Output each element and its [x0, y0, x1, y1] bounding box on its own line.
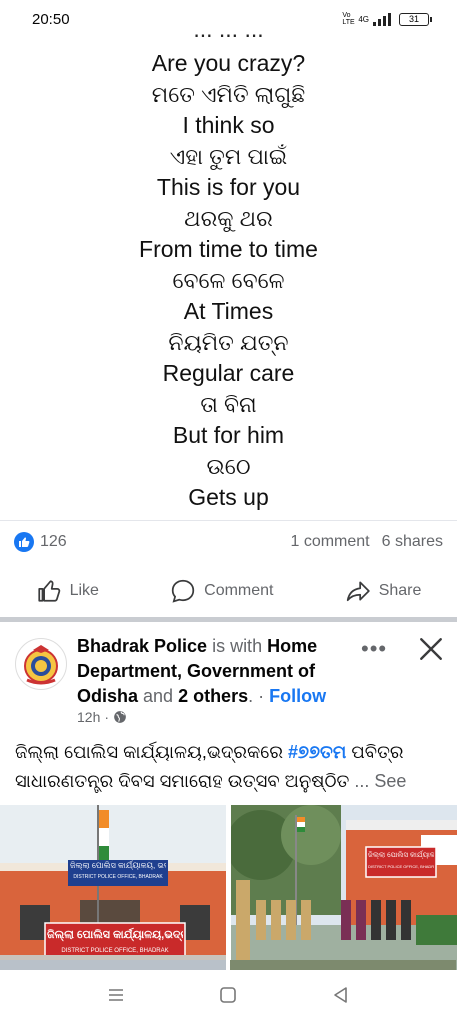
post-text-line: I think so: [182, 112, 275, 138]
post-header: Bhadrak Police is with Home Department, …: [0, 632, 457, 732]
post-text-line: ଥରକୁ ଥର: [184, 206, 273, 231]
post-text-line: ତା ବିନା: [200, 392, 257, 417]
home-button[interactable]: [218, 985, 238, 1010]
post-separator: [0, 617, 457, 622]
hashtag-link[interactable]: #୭୭ତମ: [288, 742, 346, 762]
signal-icon: [373, 12, 391, 26]
share-arrow-icon: [346, 581, 370, 602]
post-action-bar: Like Comment Share: [0, 572, 457, 610]
battery-icon: 31: [399, 12, 432, 26]
menu-icon: [109, 988, 124, 1001]
close-post-button[interactable]: [418, 636, 444, 667]
post-text-line: But for him: [172, 422, 285, 448]
post-text: Are you crazy? ମତେ ଏମିତି ଲାଗୁଛି I think so…: [0, 48, 457, 513]
menu-button[interactable]: [106, 985, 126, 1010]
follow-button[interactable]: Follow: [269, 686, 326, 706]
like-count[interactable]: 126: [14, 532, 67, 552]
share-button[interactable]: Share: [345, 578, 422, 604]
post-text-line: ଏହା ତୁମ ପାଇଁ: [169, 144, 288, 169]
post-author-line: Bhadrak Police is with Home Department, …: [77, 636, 327, 706]
like-button[interactable]: Like: [36, 578, 99, 604]
comment-label: Comment: [204, 582, 274, 599]
post-text-line: ଉଠେ: [206, 454, 251, 479]
post-text-line: From time to time: [139, 236, 318, 262]
share-label: Share: [378, 582, 422, 599]
office-sign-bottom: ଜିଲ୍ଲା ପୋଲିସ କାର୍ଯ୍ୟାଳୟ,ଭଦ୍ରକ DISTRICT P…: [47, 929, 183, 954]
more-dots-icon: •••: [361, 636, 388, 661]
post-text-line: This is for you: [156, 174, 301, 200]
post-text-line: Are you crazy?: [151, 50, 306, 76]
post-text-line: ବେଳେ ବେଳେ: [172, 268, 285, 293]
police-emblem-icon: [24, 645, 58, 685]
comment-count[interactable]: 1 comment: [290, 533, 369, 551]
comment-button[interactable]: Comment: [170, 578, 274, 604]
back-button[interactable]: [331, 985, 351, 1010]
post-photos: ଜିଲ୍ଲା ପୋଲିସ କାର୍ଯ୍ୟାଳୟ, ଭଦ୍ରକ DISTRICT …: [0, 805, 457, 970]
divider: [0, 520, 457, 521]
volte-indicator: Vo LTE: [342, 12, 355, 26]
cut-off-text-line: ... ... ...: [193, 28, 264, 42]
close-icon: [420, 638, 442, 660]
post-text-line: Regular care: [162, 360, 295, 386]
post-text-line: At Times: [183, 298, 274, 324]
post-meta: 12h ·: [77, 709, 127, 725]
office-sign-top: ଜିଲ୍ଲା ପୋଲିସ କାର୍ଯ୍ୟାଳୟ, ଭଦ୍ରକ DISTRICT …: [70, 861, 166, 880]
photo-police-office[interactable]: ଜିଲ୍ଲା ପୋଲିସ କାର୍ଯ୍ୟାଳୟ, ଭଦ୍ରକ DISTRICT …: [0, 805, 226, 970]
tagged-others[interactable]: 2 others: [178, 686, 248, 706]
battery-level: 31: [408, 14, 419, 24]
more-options-button[interactable]: •••: [361, 636, 387, 662]
post-text-line: Gets up: [188, 484, 269, 510]
post-time[interactable]: 12h: [77, 709, 100, 725]
speech-bubble-icon: [171, 579, 195, 603]
reactions-summary[interactable]: 126 1 comment 6 shares: [14, 530, 443, 554]
status-indicators: Vo LTE 4G 31: [342, 12, 432, 26]
photo-flag-ceremony[interactable]: ଜିଲ୍ଲା ପୋଲିସ କାର୍ଯ୍ୟାଳୟ, ଭଦ୍ରକ DISTRICT …: [231, 805, 457, 970]
more-photos-strip: [0, 960, 457, 970]
thumbs-up-icon: [37, 580, 60, 602]
like-reaction-icon: [14, 532, 34, 552]
post-text-line: ମତେ ଏମିତି ଲାଗୁଛି: [151, 82, 306, 107]
page-name[interactable]: Bhadrak Police: [77, 636, 207, 656]
system-nav-bar: [0, 970, 457, 1024]
like-count-text: 126: [40, 533, 67, 550]
globe-icon: [114, 711, 126, 723]
status-time: 20:50: [32, 10, 70, 28]
like-label: Like: [69, 582, 99, 599]
network-type: 4G: [358, 14, 369, 24]
home-square-icon: [220, 986, 237, 1003]
page-avatar[interactable]: [15, 638, 67, 690]
share-count[interactable]: 6 shares: [382, 533, 443, 551]
office-sign-right: ଜିଲ୍ଲା ପୋଲିସ କାର୍ଯ୍ୟାଳୟ, ଭଦ୍ରକ DISTRICT …: [368, 852, 434, 869]
post-text-line: ନିୟମିତ ଯତ୍ନ: [168, 330, 289, 355]
engagement-stats: 1 comment 6 shares: [290, 533, 443, 551]
back-triangle-icon: [334, 986, 347, 1003]
